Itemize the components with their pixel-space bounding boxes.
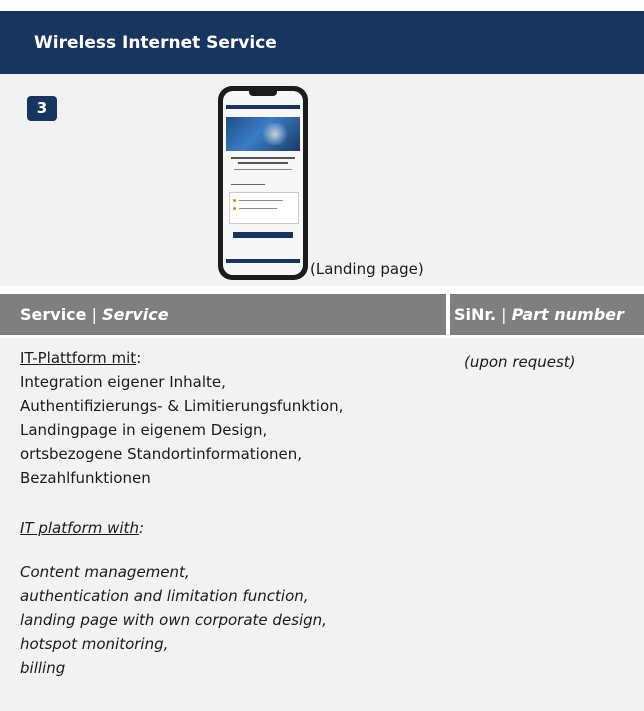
heading-text-en: IT platform with <box>20 519 139 537</box>
description-heading-de: IT-Plattform mit: <box>20 346 343 370</box>
column-header-part-number: SiNr. | Part number <box>454 305 624 324</box>
table-body: IT-Plattform mit: Integration eigener In… <box>0 338 644 711</box>
column-header-service: Service | Service <box>20 305 169 324</box>
phone-text-line <box>239 200 283 201</box>
image-panel: 3 (Landing page) <box>0 74 644 286</box>
phone-text-line <box>239 208 277 209</box>
phone-notch <box>249 91 277 96</box>
column-header-part-de: SiNr. <box>454 305 497 324</box>
phone-screen <box>223 91 303 275</box>
list-item: Authentifizierungs- & Limitierungsfunkti… <box>20 397 344 415</box>
image-caption: (Landing page) <box>310 260 424 278</box>
phone-top-bar <box>226 105 300 109</box>
list-item: authentication and limitation function, <box>20 587 309 605</box>
phone-text-line <box>231 184 265 185</box>
section-header: Wireless Internet Service <box>0 11 644 74</box>
heading-text-de: IT-Plattform mit <box>20 349 137 367</box>
part-number-value: (upon request) <box>464 353 576 371</box>
step-badge: 3 <box>27 96 57 121</box>
description-heading-en: IT platform with: <box>20 516 144 540</box>
list-item: Integration eigener Inhalte, <box>20 373 226 391</box>
column-header-part-en: Part number <box>511 305 624 324</box>
phone-footer-bar <box>226 259 300 263</box>
heading-colon: : <box>138 519 145 537</box>
list-item: billing <box>20 659 66 677</box>
section-title: Wireless Internet Service <box>34 33 277 53</box>
smartphone-landing-page-image <box>218 86 308 280</box>
column-separator: | <box>496 305 512 324</box>
heading-colon: : <box>136 349 142 367</box>
phone-text-line <box>238 162 288 164</box>
phone-text-line <box>231 157 295 159</box>
description-english: Content management, authentication and l… <box>20 560 327 680</box>
column-divider <box>446 294 450 335</box>
phone-content-card <box>229 192 299 224</box>
list-item: hotspot monitoring, <box>20 635 169 653</box>
table-header: Service | Service SiNr. | Part number <box>0 294 644 335</box>
list-item: ortsbezogene Standortinformationen, <box>20 445 303 463</box>
phone-button <box>233 232 293 238</box>
phone-hero-image <box>226 117 300 151</box>
phone-hero-glow <box>260 123 290 145</box>
list-item: Content management, <box>20 563 190 581</box>
column-header-service-en: Service <box>102 305 169 324</box>
top-strip <box>0 0 644 11</box>
list-item: Bezahlfunktionen <box>20 469 151 487</box>
list-item: Landingpage in eigenem Design, <box>20 421 268 439</box>
phone-bullet-dot <box>233 199 236 202</box>
phone-bullet-dot <box>233 207 236 210</box>
column-separator: | <box>86 305 103 324</box>
column-header-service-de: Service <box>20 305 87 324</box>
description-german: IT-Plattform mit: Integration eigener In… <box>20 346 343 490</box>
list-item: landing page with own corporate design, <box>20 611 327 629</box>
phone-text-line <box>234 169 292 170</box>
